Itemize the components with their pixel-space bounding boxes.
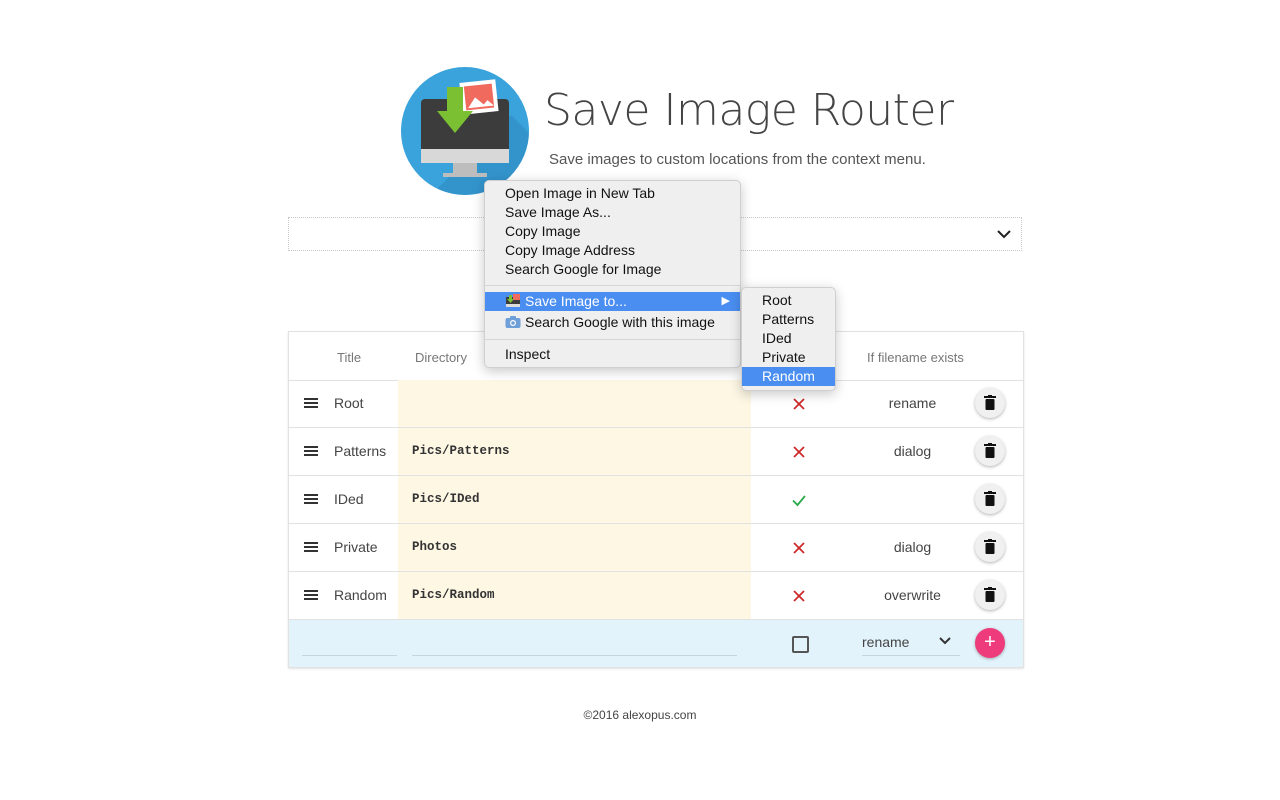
table-row: IDed Pics/IDed xyxy=(289,476,1023,524)
new-directory-input[interactable] xyxy=(412,655,737,656)
cross-icon[interactable] xyxy=(791,588,807,604)
trash-icon xyxy=(984,491,996,506)
submenu-item-ided[interactable]: IDed xyxy=(742,329,835,348)
menu-item-copy-address[interactable]: Copy Image Address xyxy=(485,241,740,260)
row-directory[interactable]: Photos xyxy=(412,540,457,554)
row-directory[interactable]: Pics/Patterns xyxy=(412,444,510,458)
table-row: Private Photos dialog xyxy=(289,524,1023,572)
save-to-submenu: Root Patterns IDed Private Random xyxy=(741,287,836,391)
new-prompt-checkbox[interactable] xyxy=(792,636,809,653)
submenu-item-private[interactable]: Private xyxy=(742,348,835,367)
menu-item-inspect[interactable]: Inspect xyxy=(485,345,740,364)
delete-button[interactable] xyxy=(975,580,1005,610)
chevron-down-icon[interactable] xyxy=(937,633,953,649)
cross-icon[interactable] xyxy=(791,396,807,412)
new-exists-select[interactable]: rename xyxy=(862,634,909,650)
row-exists-option[interactable]: overwrite xyxy=(849,587,976,603)
drag-handle-icon[interactable] xyxy=(304,590,318,600)
menu-item-search-google[interactable]: Search Google for Image xyxy=(485,260,740,279)
app-subtitle: Save images to custom locations from the… xyxy=(549,151,926,168)
cross-icon[interactable] xyxy=(791,540,807,556)
app-title: Save Image Router xyxy=(544,85,954,136)
directory-cell[interactable] xyxy=(398,380,751,427)
footer-copyright: ©2016 alexopus.com xyxy=(583,708,697,722)
check-icon[interactable] xyxy=(791,492,807,508)
column-title-header: Title xyxy=(337,350,362,365)
new-title-input[interactable] xyxy=(302,655,397,656)
column-exists-header: If filename exists xyxy=(867,350,964,365)
row-title[interactable]: Root xyxy=(334,395,364,411)
menu-separator xyxy=(485,339,740,340)
submenu-arrow-icon: ▶ xyxy=(721,295,730,307)
menu-item-open-new-tab[interactable]: Open Image in New Tab xyxy=(485,184,740,203)
cross-icon[interactable] xyxy=(791,444,807,460)
submenu-item-root[interactable]: Root xyxy=(742,291,835,310)
trash-icon xyxy=(984,539,996,554)
row-title[interactable]: Random xyxy=(334,587,387,603)
locations-table: Title Directory If filename exists Root … xyxy=(288,331,1024,668)
menu-item-copy-image[interactable]: Copy Image xyxy=(485,222,740,241)
trash-icon xyxy=(984,443,996,458)
camera-icon xyxy=(505,316,521,328)
menu-item-save-image-to[interactable]: Save Image to... ▶ xyxy=(485,292,740,311)
delete-button[interactable] xyxy=(975,484,1005,514)
row-exists-option[interactable]: dialog xyxy=(849,539,976,555)
drag-handle-icon[interactable] xyxy=(304,446,318,456)
table-row: Root rename xyxy=(289,380,1023,428)
row-title[interactable]: IDed xyxy=(334,491,364,507)
chevron-down-icon xyxy=(997,230,1011,239)
menu-separator xyxy=(485,285,740,286)
new-exists-underline xyxy=(862,655,960,656)
context-menu: Open Image in New Tab Save Image As... C… xyxy=(484,180,741,368)
row-exists-option[interactable]: rename xyxy=(849,395,976,411)
save-image-router-icon xyxy=(506,294,520,307)
delete-button[interactable] xyxy=(975,436,1005,466)
table-row: Random Pics/Random overwrite xyxy=(289,572,1023,620)
row-title[interactable]: Patterns xyxy=(334,443,386,459)
app-logo xyxy=(401,67,529,195)
drag-handle-icon[interactable] xyxy=(304,542,318,552)
row-exists-option[interactable]: dialog xyxy=(849,443,976,459)
column-directory-header: Directory xyxy=(415,350,468,365)
row-title[interactable]: Private xyxy=(334,539,378,555)
submenu-item-random[interactable]: Random xyxy=(742,367,835,386)
delete-button[interactable] xyxy=(975,532,1005,562)
trash-icon xyxy=(984,395,996,410)
row-directory[interactable]: Pics/IDed xyxy=(412,492,480,506)
menu-item-save-as[interactable]: Save Image As... xyxy=(485,203,740,222)
add-button[interactable]: + xyxy=(975,628,1005,658)
drag-handle-icon[interactable] xyxy=(304,398,318,408)
row-directory[interactable]: Pics/Random xyxy=(412,588,495,602)
drag-handle-icon[interactable] xyxy=(304,494,318,504)
menu-item-search-with-image[interactable]: Search Google with this image xyxy=(485,313,740,332)
delete-button[interactable] xyxy=(975,388,1005,418)
new-location-row: rename + xyxy=(289,620,1023,667)
submenu-item-patterns[interactable]: Patterns xyxy=(742,310,835,329)
trash-icon xyxy=(984,587,996,602)
table-row: Patterns Pics/Patterns dialog xyxy=(289,428,1023,476)
